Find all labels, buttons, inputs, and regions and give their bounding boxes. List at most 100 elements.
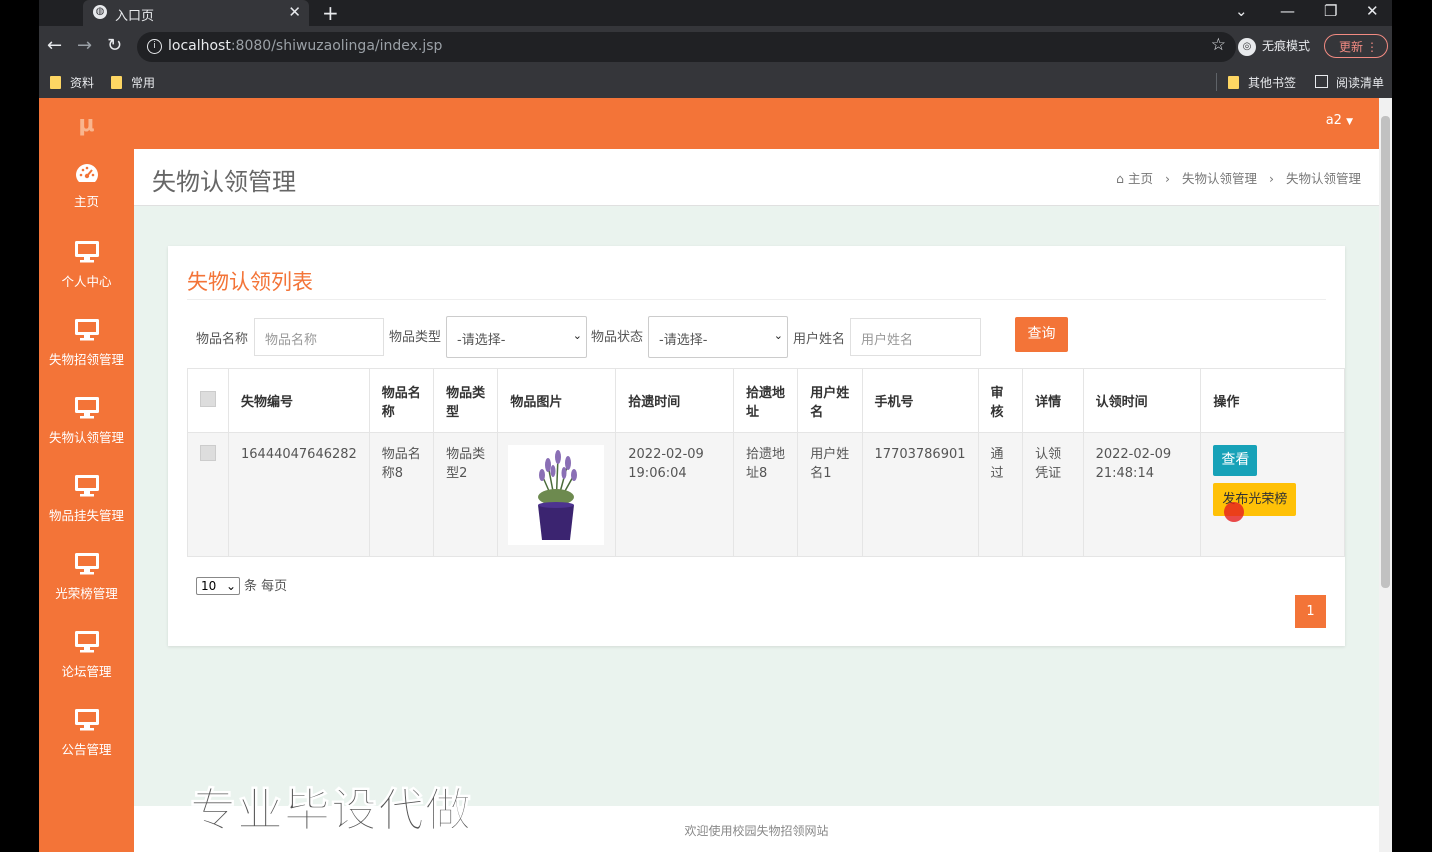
tab-search-icon[interactable]: ⌄: [1235, 2, 1248, 20]
back-icon[interactable]: ←: [47, 35, 62, 56]
sidebar-item-lost-found[interactable]: 失物招领管理: [39, 312, 134, 390]
breadcrumb-current: 失物认领管理: [1285, 171, 1361, 186]
page-size-suffix: 条 每页: [244, 579, 288, 594]
monitor-icon: [74, 475, 99, 497]
incognito-indicator[interactable]: ◎ 无痕模式: [1238, 37, 1310, 56]
column-header[interactable]: 失物编号: [228, 368, 370, 433]
chevron-right-icon: ›: [1165, 171, 1171, 186]
row-checkbox[interactable]: [200, 445, 216, 461]
info-icon[interactable]: i: [147, 39, 162, 54]
address-bar[interactable]: i localhost:8080/shiwuzaolinga/index.jsp…: [137, 32, 1236, 62]
page-size-select[interactable]: 10 ⌄: [196, 577, 240, 595]
bookmark-changyong[interactable]: 常用: [111, 74, 155, 91]
cell-phone: 17703786901: [861, 432, 979, 557]
caret-down-icon: ▼: [1346, 117, 1353, 127]
item-name-input[interactable]: 物品名称: [254, 318, 384, 356]
bookmark-star-icon[interactable]: ☆: [1211, 35, 1226, 55]
table-row: 16444047646282 物品名称8 物品类型2 2022-02-09 19…: [187, 432, 1345, 557]
forward-icon[interactable]: →: [77, 35, 92, 56]
cell-claim-time: 2022-02-09 21:48:14: [1082, 432, 1202, 557]
column-header[interactable]: 用户姓名: [797, 368, 863, 433]
new-tab-button[interactable]: +: [322, 1, 339, 25]
bookmarks-bar: 资料 常用 其他书签 阅读清单: [39, 68, 1392, 98]
breadcrumb-section[interactable]: 失物认领管理: [1182, 171, 1257, 186]
sidebar-item-honor[interactable]: 光荣榜管理: [39, 546, 134, 624]
chevron-down-icon: ⌄: [773, 329, 783, 342]
incognito-label: 无痕模式: [1262, 39, 1311, 53]
tab-title: 入口页: [115, 9, 155, 24]
pagination-current-page[interactable]: 1: [1295, 595, 1326, 628]
sidebar: μ 主页 个人中心 失物招领管理 失物认领管理 物品挂失管理 光荣榜管理 论坛管…: [39, 98, 134, 852]
reading-list[interactable]: 阅读清单: [1315, 74, 1384, 91]
page-header: 失物认领管理 ⌂ 主页 › 失物认领管理 › 失物认领管理: [134, 149, 1379, 206]
breadcrumb-home[interactable]: 主页: [1128, 171, 1153, 186]
home-icon: ⌂: [1116, 171, 1125, 186]
page-scrollbar[interactable]: [1379, 98, 1392, 852]
cell-audit: 通过: [977, 432, 1024, 557]
query-button[interactable]: 查询: [1015, 317, 1068, 352]
chevron-right-icon: ›: [1269, 171, 1274, 186]
item-status-label: 物品状态: [591, 330, 644, 345]
minimize-icon[interactable]: —: [1280, 2, 1295, 20]
monitor-icon: [74, 631, 99, 653]
cell-detail[interactable]: 认领凭证: [1022, 432, 1084, 557]
browser-tab-bar: ◍ 入口页 ✕ + ⌄ — ❐ ✕: [39, 0, 1392, 26]
cell-pick-time: 2022-02-09 19:06:04: [615, 432, 734, 557]
folder-icon: [1228, 76, 1239, 89]
column-header[interactable]: 手机号: [861, 368, 979, 433]
sidebar-item-notice[interactable]: 公告管理: [39, 702, 134, 780]
column-header[interactable]: 物品名称: [368, 368, 435, 433]
cursor-highlight: [1224, 502, 1244, 522]
column-header[interactable]: 审核: [977, 368, 1024, 433]
list-card: 失物认领列表 物品名称 物品名称 物品类型 -请选择- ⌄ 物品状态 -请选择- ⌄…: [168, 246, 1345, 646]
column-header: 操作: [1200, 368, 1345, 433]
breadcrumb: ⌂ 主页 › 失物认领管理 › 失物认领管理: [1116, 168, 1361, 187]
bookmark-ziliao[interactable]: 资料: [50, 74, 94, 91]
sidebar-item-label: 光荣榜管理: [55, 586, 118, 601]
item-status-select[interactable]: -请选择- ⌄: [648, 316, 788, 358]
sidebar-item-profile[interactable]: 个人中心: [39, 234, 134, 312]
user-menu[interactable]: a2 ▼: [1326, 113, 1353, 128]
cell-address: 拾遗地址8: [732, 432, 799, 557]
column-header[interactable]: 认领时间: [1082, 368, 1202, 433]
update-button[interactable]: 更新 ⋮: [1324, 34, 1388, 58]
column-header[interactable]: 拾遗时间: [615, 368, 734, 433]
column-header[interactable]: 详情: [1022, 368, 1084, 433]
sidebar-item-claim[interactable]: 失物认领管理: [39, 390, 134, 468]
incognito-icon: ◎: [1238, 37, 1256, 56]
sidebar-item-forum[interactable]: 论坛管理: [39, 624, 134, 702]
reading-list-icon: [1315, 75, 1328, 88]
cell-type: 物品类型2: [433, 432, 499, 557]
sidebar-item-home[interactable]: 主页: [39, 156, 134, 234]
folder-icon: [111, 76, 122, 89]
sidebar-item-report-lost[interactable]: 物品挂失管理: [39, 468, 134, 546]
window-close-icon[interactable]: ✕: [1366, 2, 1379, 20]
view-button[interactable]: 查看: [1213, 445, 1258, 476]
scrollbar-thumb[interactable]: [1381, 116, 1390, 588]
browser-tab[interactable]: ◍ 入口页 ✕: [83, 0, 309, 26]
sidebar-item-label: 失物认领管理: [48, 430, 124, 445]
reload-icon[interactable]: ↻: [107, 35, 122, 56]
item-type-label: 物品类型: [389, 330, 442, 345]
other-bookmarks[interactable]: 其他书签: [1228, 74, 1296, 91]
user-name-input[interactable]: 用户姓名: [850, 318, 981, 356]
sidebar-item-label: 论坛管理: [61, 664, 112, 679]
chevron-down-icon: ⌄: [572, 329, 582, 342]
sidebar-item-label: 失物招领管理: [48, 352, 124, 367]
column-header[interactable]: 拾遗地址: [732, 368, 799, 433]
table-header-row: 失物编号 物品名称 物品类型 物品图片 拾遗时间 拾遗地址 用户姓名 手机号 审…: [187, 368, 1345, 433]
column-header[interactable]: 物品类型: [433, 368, 499, 433]
monitor-icon: [74, 709, 99, 731]
restore-icon[interactable]: ❐: [1324, 2, 1337, 20]
globe-icon: ◍: [93, 5, 107, 19]
item-type-select[interactable]: -请选择- ⌄: [446, 316, 587, 358]
select-all-checkbox[interactable]: [200, 390, 216, 407]
monitor-icon: [74, 241, 99, 263]
browser-toolbar: ← → ↻ i localhost:8080/shiwuzaolinga/ind…: [39, 26, 1392, 68]
chevron-down-icon: ⌄: [225, 579, 236, 593]
watermark-text: 专业毕设代做: [190, 783, 472, 838]
monitor-icon: [74, 397, 99, 419]
top-header: a2 ▼: [134, 98, 1379, 149]
column-header[interactable]: 物品图片: [497, 368, 617, 433]
close-icon[interactable]: ✕: [288, 3, 301, 21]
